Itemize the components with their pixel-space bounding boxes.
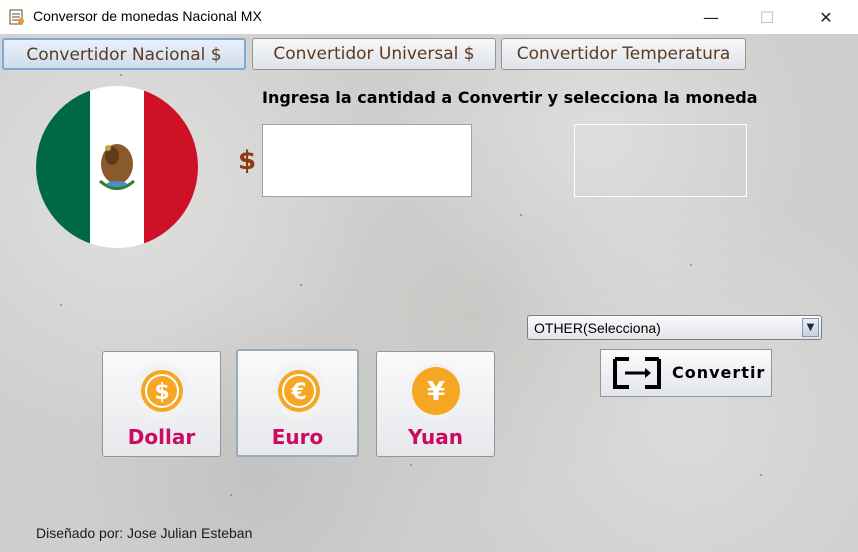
currency-select[interactable]: OTHER(Selecciona) ▼	[527, 315, 822, 340]
texture-speck	[410, 464, 412, 466]
euro-button[interactable]: € Euro	[236, 349, 359, 457]
maximize-button[interactable]: ☐	[744, 0, 790, 34]
chevron-down-icon[interactable]: ▼	[802, 318, 819, 337]
exchange-icon	[613, 357, 661, 389]
convert-button[interactable]: Convertir	[600, 349, 772, 397]
currency-select-value: OTHER(Selecciona)	[534, 320, 661, 336]
svg-text:¥: ¥	[427, 377, 445, 407]
window-title: Conversor de monedas Nacional MX	[33, 8, 262, 24]
texture-speck	[760, 474, 762, 476]
minimize-button[interactable]: —	[688, 0, 734, 34]
convert-button-label: Convertir	[672, 363, 766, 382]
amount-input[interactable]	[262, 124, 472, 197]
close-button[interactable]: ✕	[803, 0, 849, 34]
dollar-coin-icon: $	[134, 363, 190, 419]
yuan-coin-icon: ¥	[408, 363, 464, 419]
texture-speck	[690, 264, 692, 266]
maximize-icon: ☐	[759, 7, 775, 27]
texture-speck	[120, 74, 122, 76]
dollar-button-label: Dollar	[127, 425, 196, 449]
result-field	[574, 124, 747, 197]
instruction-label: Ingresa la cantidad a Convertir y selecc…	[262, 88, 758, 107]
euro-coin-icon: €	[271, 363, 327, 419]
yuan-button-label: Yuan	[408, 425, 463, 449]
texture-speck	[230, 494, 232, 496]
svg-text:€: €	[290, 380, 306, 405]
svg-text:$: $	[154, 380, 169, 405]
currency-symbol: $	[238, 146, 257, 176]
close-icon: ✕	[819, 7, 833, 27]
main-panel: Convertidor Nacional $ Convertidor Unive…	[0, 34, 858, 552]
title-bar: Conversor de monedas Nacional MX — ☐ ✕	[0, 0, 858, 34]
euro-button-label: Euro	[271, 425, 324, 449]
spreadsheet-icon	[9, 9, 24, 25]
texture-speck	[300, 284, 302, 286]
mexico-flag-icon	[36, 86, 198, 248]
tab-convertidor-temperatura[interactable]: Convertidor Temperatura	[501, 38, 746, 70]
eagle-emblem-icon	[99, 144, 135, 190]
texture-speck	[520, 214, 522, 216]
tab-convertidor-universal[interactable]: Convertidor Universal $	[252, 38, 496, 70]
minimize-icon: —	[703, 7, 719, 27]
tab-convertidor-nacional[interactable]: Convertidor Nacional $	[2, 38, 246, 70]
texture-speck	[60, 304, 62, 306]
yuan-button[interactable]: ¥ Yuan	[376, 351, 495, 457]
dollar-button[interactable]: $ Dollar	[102, 351, 221, 457]
credit-label: Diseñado por: Jose Julian Esteban	[36, 525, 253, 541]
